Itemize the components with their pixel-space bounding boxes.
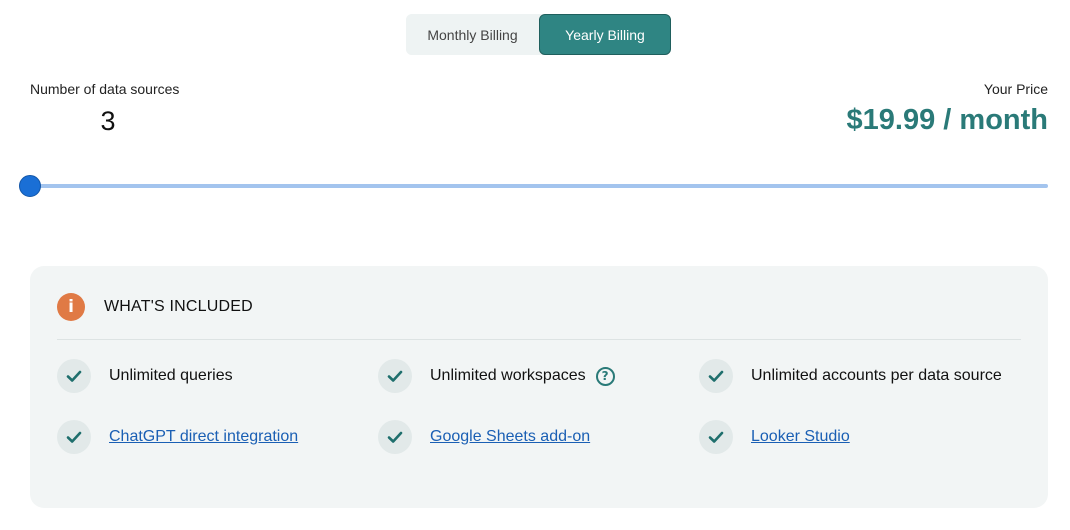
info-icon: i <box>57 293 85 321</box>
looker-studio-link[interactable]: Looker Studio <box>751 428 850 446</box>
data-sources-label: Number of data sources <box>30 81 180 97</box>
feature-label: Unlimited queries <box>109 367 233 384</box>
price-label: Your Price <box>983 81 1048 97</box>
data-sources-value: 3 <box>100 106 116 136</box>
billing-toggle: Monthly Billing Yearly Billing <box>406 14 671 55</box>
feature-unlimited-workspaces: Unlimited workspaces ? <box>378 359 615 393</box>
card-divider <box>57 339 1021 340</box>
help-icon[interactable]: ? <box>595 366 615 386</box>
google-sheets-link[interactable]: Google Sheets add-on <box>430 428 590 446</box>
check-icon <box>699 359 733 393</box>
check-icon <box>699 420 733 454</box>
chatgpt-integration-link[interactable]: ChatGPT direct integration <box>109 428 298 446</box>
feature-looker-studio: Looker Studio <box>699 420 850 454</box>
yearly-billing-button[interactable]: Yearly Billing <box>539 14 671 55</box>
card-title: WHAT'S INCLUDED <box>104 298 253 315</box>
price-value: $19.99 / month <box>846 104 1048 136</box>
feature-chatgpt-integration: ChatGPT direct integration <box>57 420 298 454</box>
feature-label: Unlimited workspaces <box>430 367 586 384</box>
check-icon <box>57 359 91 393</box>
data-sources-slider-handle[interactable] <box>19 175 41 197</box>
check-icon <box>378 359 412 393</box>
feature-google-sheets: Google Sheets add-on <box>378 420 590 454</box>
monthly-billing-button[interactable]: Monthly Billing <box>406 14 539 55</box>
feature-unlimited-accounts: Unlimited accounts per data source <box>699 359 1002 393</box>
check-icon <box>378 420 412 454</box>
data-sources-slider-track[interactable] <box>30 184 1048 188</box>
whats-included-card: i WHAT'S INCLUDED Unlimited queries Unli… <box>30 266 1048 508</box>
check-icon <box>57 420 91 454</box>
feature-unlimited-queries: Unlimited queries <box>57 359 233 393</box>
feature-label: Unlimited accounts per data source <box>751 367 1002 384</box>
